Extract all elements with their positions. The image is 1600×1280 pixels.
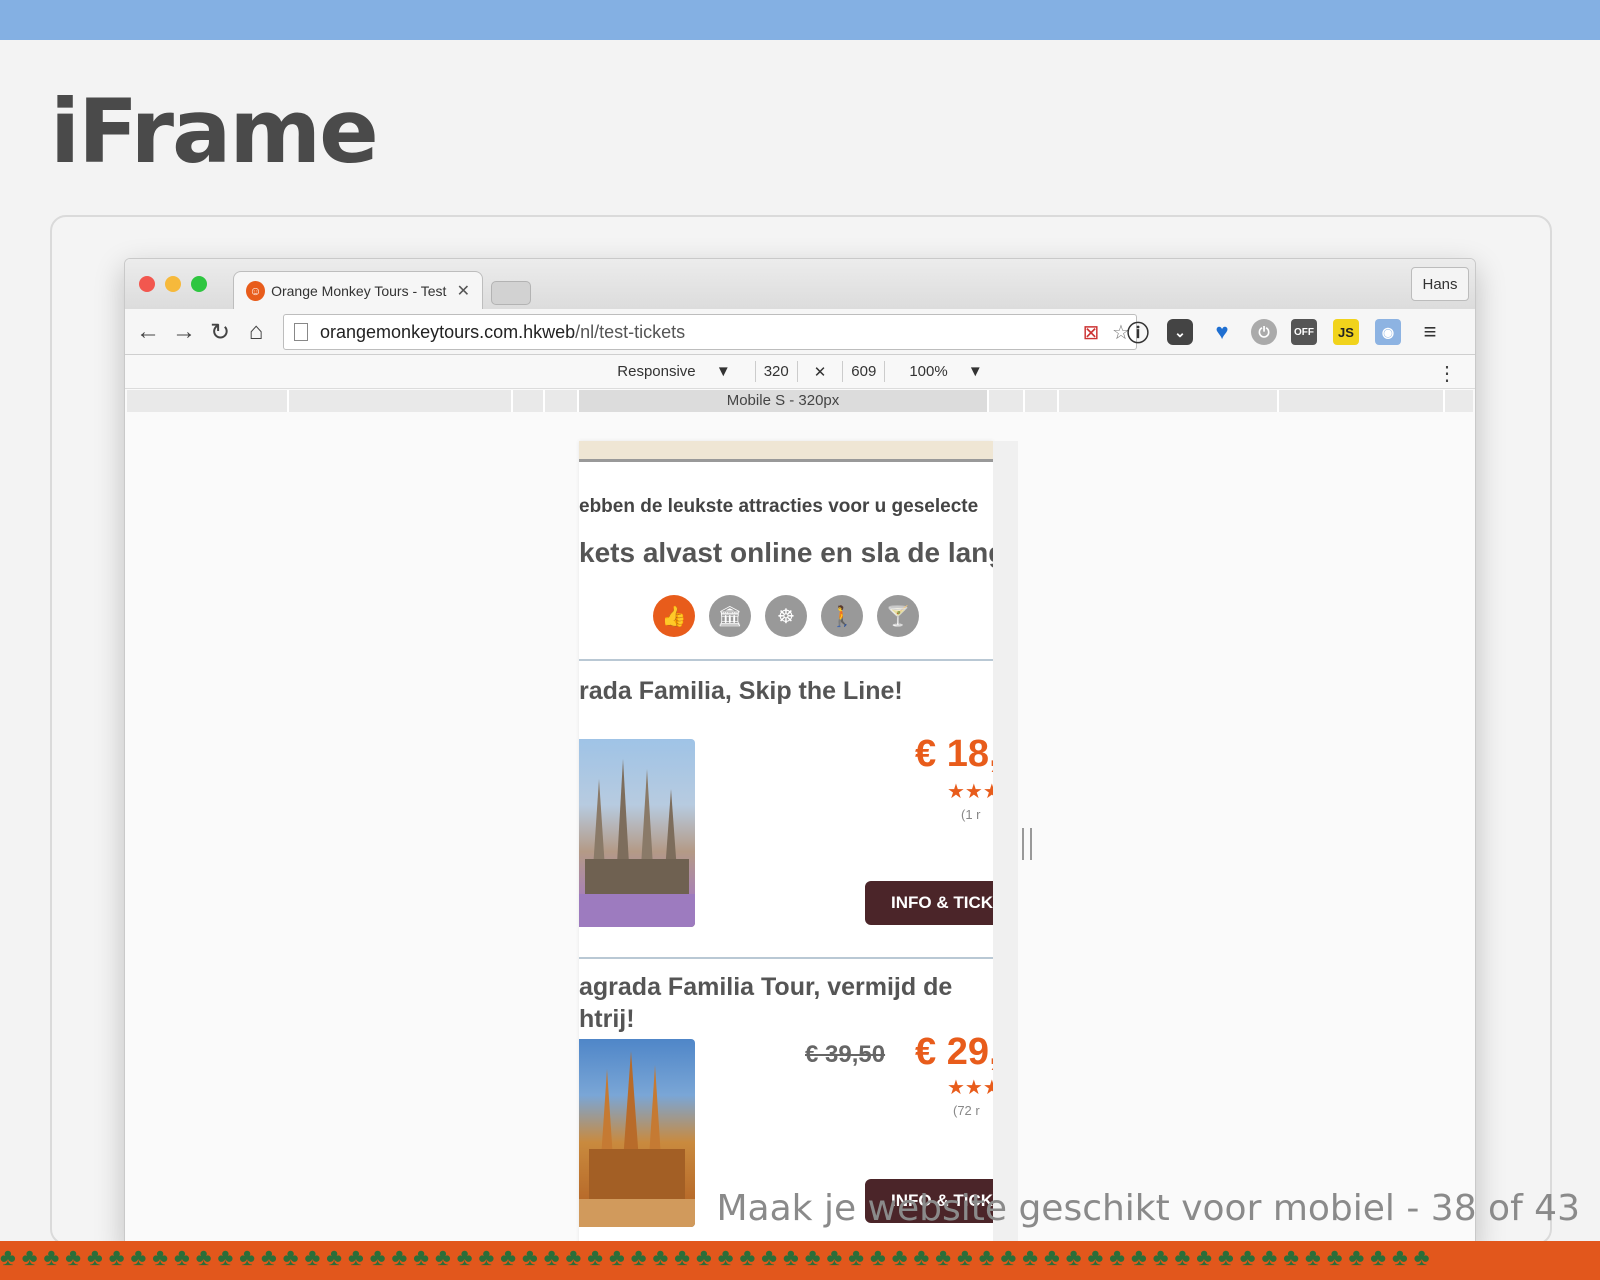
rating-stars: ★★★ bbox=[947, 781, 993, 803]
product-title[interactable]: rada Familia, Skip the Line! bbox=[579, 675, 903, 707]
js-icon[interactable]: JS bbox=[1333, 319, 1359, 345]
device-label: Responsive bbox=[617, 363, 696, 380]
power-icon[interactable]: ⏻ bbox=[1251, 319, 1277, 345]
thumbs-up-icon[interactable]: 👍 bbox=[653, 595, 695, 637]
product-divider bbox=[579, 957, 993, 959]
reload-icon[interactable]: ↻ bbox=[205, 317, 235, 347]
breakpoint-segment[interactable] bbox=[289, 390, 513, 412]
breakpoint-segment[interactable] bbox=[1059, 390, 1279, 412]
site-header bbox=[579, 441, 993, 459]
breakpoint-mobile-s[interactable]: Mobile S - 320px bbox=[579, 390, 989, 412]
sagrada-familia-image bbox=[579, 759, 695, 927]
viewport-resize-handle[interactable] bbox=[1022, 828, 1032, 860]
close-window-button[interactable] bbox=[139, 276, 155, 292]
walking-icon[interactable]: 🚶 bbox=[821, 595, 863, 637]
breakpoint-segment[interactable] bbox=[513, 390, 545, 412]
browser-window: ☺ Orange Monkey Tours - Test ✕ Hans ← → … bbox=[124, 258, 1476, 1248]
url-host: orangemonkeytours.com.hkweb bbox=[320, 321, 576, 342]
cocktail-icon[interactable]: 🍸 bbox=[877, 595, 919, 637]
off-icon[interactable]: OFF bbox=[1291, 319, 1317, 345]
intro-line-1: ebben de leukste attracties voor u gesel… bbox=[579, 496, 979, 517]
camera-icon[interactable]: ◉ bbox=[1375, 319, 1401, 345]
category-filter: 👍 🏛 ☸ 🚶 🍸 bbox=[653, 595, 933, 637]
mobile-viewport: ebben de leukste attracties voor u gesel… bbox=[579, 441, 993, 1247]
menu-icon[interactable]: ≡ bbox=[1417, 319, 1443, 345]
zoom-select[interactable]: 100% ▼ bbox=[901, 363, 990, 380]
zoom-label: 100% bbox=[909, 363, 948, 380]
browser-toolbar: ← → ↻ ⌂ orangemonkeytours.com.hkweb/nl/t… bbox=[125, 309, 1475, 355]
viewport-gutter bbox=[993, 441, 1018, 1247]
product-price: € 18, bbox=[915, 733, 993, 775]
sagrada-familia-image bbox=[579, 1051, 695, 1227]
rating-stars: ★★★ bbox=[947, 1077, 993, 1099]
chevron-down-icon: ▼ bbox=[967, 363, 983, 380]
monkey-favicon-icon: ☺ bbox=[246, 280, 266, 301]
profile-button[interactable]: Hans bbox=[1411, 267, 1469, 301]
tab-title: Orange Monkey Tours - Test bbox=[271, 282, 447, 299]
times-icon: ✕ bbox=[813, 363, 827, 381]
product-image[interactable] bbox=[579, 1039, 695, 1227]
device-select[interactable]: Responsive ▼ bbox=[609, 363, 738, 380]
slide-top-bar bbox=[0, 0, 1600, 40]
back-icon[interactable]: ← bbox=[133, 317, 163, 347]
url-path: /nl/test-tickets bbox=[575, 321, 686, 342]
slide-footer: Maak je website geschikt voor mobiel - 3… bbox=[716, 1188, 1580, 1229]
tulip-footer-banner: ♣♣♣♣♣♣♣♣♣♣♣♣♣♣♣♣♣♣♣♣♣♣♣♣♣♣♣♣♣♣♣♣♣♣♣♣♣♣♣♣… bbox=[0, 1241, 1600, 1280]
tab-strip: ☺ Orange Monkey Tours - Test ✕ Hans bbox=[125, 259, 1475, 309]
tab-orange-monkey[interactable]: ☺ Orange Monkey Tours - Test ✕ bbox=[233, 271, 483, 309]
page-icon bbox=[294, 323, 308, 341]
product-divider bbox=[579, 659, 993, 661]
header-divider bbox=[579, 459, 993, 462]
heart-icon[interactable]: ♥ bbox=[1209, 319, 1235, 345]
chevron-down-icon: ▼ bbox=[715, 363, 731, 380]
breakpoint-segment[interactable] bbox=[127, 390, 289, 412]
forward-icon[interactable]: → bbox=[169, 317, 199, 347]
home-icon[interactable]: ⌂ bbox=[241, 317, 271, 347]
review-count[interactable]: (72 r bbox=[953, 1103, 980, 1118]
new-tab-button[interactable] bbox=[491, 281, 531, 305]
zoom-window-button[interactable] bbox=[191, 276, 207, 292]
url-text[interactable]: orangemonkeytours.com.hkweb/nl/test-tick… bbox=[320, 322, 1076, 343]
breakpoint-segment[interactable] bbox=[1025, 390, 1059, 412]
breakpoint-segment[interactable] bbox=[1279, 390, 1445, 412]
product-title-line-1[interactable]: agrada Familia Tour, vermijd de bbox=[579, 971, 952, 1003]
height-input[interactable]: 609 bbox=[842, 361, 886, 382]
original-price: € 39,50 bbox=[805, 1041, 886, 1068]
product-price: € 29, bbox=[915, 1031, 993, 1073]
tulip-pattern-icon: ♣♣♣♣♣♣♣♣♣♣♣♣♣♣♣♣♣♣♣♣♣♣♣♣♣♣♣♣♣♣♣♣♣♣♣♣♣♣♣♣… bbox=[0, 1244, 1436, 1271]
ferris-wheel-icon[interactable]: ☸ bbox=[765, 595, 807, 637]
width-input[interactable]: 320 bbox=[754, 361, 798, 382]
minimize-window-button[interactable] bbox=[165, 276, 181, 292]
museum-icon[interactable]: 🏛 bbox=[709, 595, 751, 637]
device-toolbar: Responsive ▼ 320 ✕ 609 100% ▼ ⋮ bbox=[125, 355, 1475, 389]
address-bar[interactable]: orangemonkeytours.com.hkweb/nl/test-tick… bbox=[283, 314, 1137, 350]
tab-close-icon[interactable]: ✕ bbox=[457, 281, 470, 301]
breakpoint-bar: Mobile S - 320px bbox=[127, 390, 1473, 412]
breakpoint-segment[interactable] bbox=[545, 390, 579, 412]
pocket-icon[interactable]: ⌄ bbox=[1167, 319, 1193, 345]
product-image[interactable] bbox=[579, 739, 695, 927]
more-options-icon[interactable]: ⋮ bbox=[1437, 361, 1457, 386]
info-tickets-button[interactable]: INFO & TICKE bbox=[865, 881, 993, 925]
breakpoint-segment[interactable] bbox=[989, 390, 1025, 412]
product-title-line-2[interactable]: htrij! bbox=[579, 1003, 635, 1035]
slide-title: iFrame bbox=[50, 80, 379, 183]
review-count[interactable]: (1 r bbox=[961, 807, 981, 822]
intro-line-2: kets alvast online en sla de lange w bbox=[579, 537, 993, 568]
popup-blocked-icon[interactable]: ⊠ bbox=[1076, 320, 1106, 345]
info-icon[interactable]: ⓘ bbox=[1125, 319, 1151, 346]
